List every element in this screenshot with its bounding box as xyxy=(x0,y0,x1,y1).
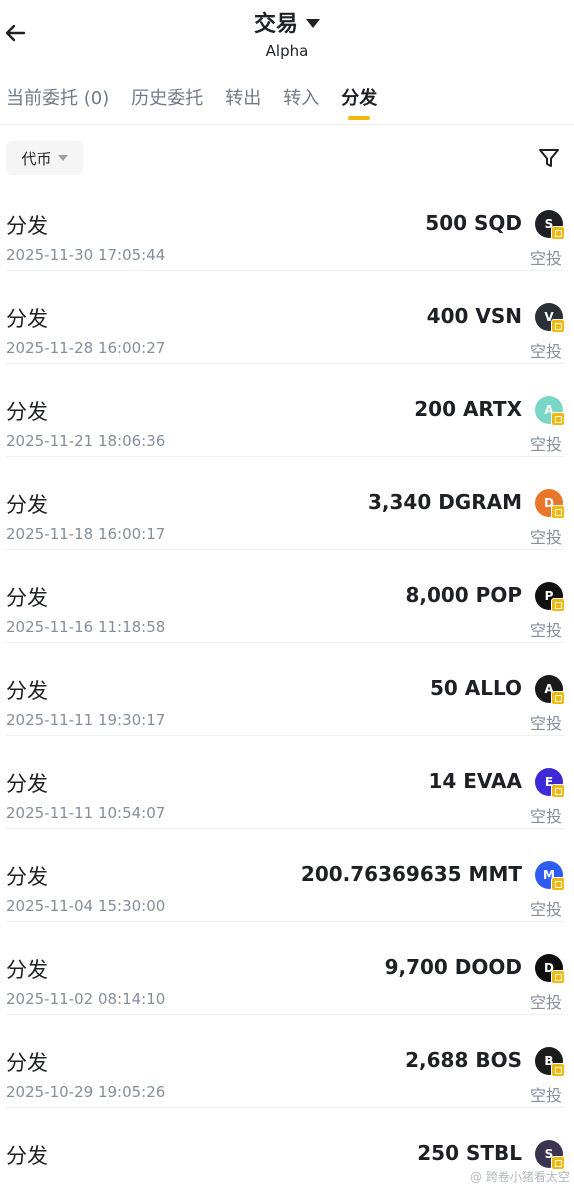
chain-badge-icon xyxy=(551,970,565,984)
tab-order-history[interactable]: 历史委托 xyxy=(131,84,203,114)
list-item[interactable]: 分发 2025-11-16 11:18:58 8,000 POP 空投 P xyxy=(0,550,574,643)
record-amount: 400 VSN xyxy=(426,304,522,328)
bos-token-icon: B xyxy=(535,1047,565,1077)
chain-badge-icon xyxy=(551,226,565,240)
record-type: 空投 xyxy=(529,993,562,1012)
distribution-list: 分发 2025-11-30 17:05:44 500 SQD 空投 S 分发 2025-11… xyxy=(0,178,574,1194)
list-item[interactable]: 分发 2025-11-02 08:14:10 9,700 DOOD 空投 D xyxy=(0,922,574,1015)
record-amount: 8,000 POP xyxy=(405,583,522,607)
record-title: 分发 xyxy=(6,586,48,610)
tab-transfer-in[interactable]: 转入 xyxy=(283,84,319,114)
mmt-token-icon: M xyxy=(535,861,565,891)
record-type: 空投 xyxy=(529,249,562,268)
chain-badge-icon xyxy=(551,412,565,426)
sqd-token-icon: S xyxy=(535,210,565,240)
record-timestamp: 2025-11-28 16:00:27 xyxy=(6,339,166,357)
record-title: 分发 xyxy=(6,1051,48,1075)
vsn-token-icon: V xyxy=(535,303,565,333)
dood-token-icon: D xyxy=(535,954,565,984)
tabs-divider xyxy=(0,124,574,125)
tab-bar: 当前委托 (0) 历史委托 转出 转入 分发 xyxy=(0,84,574,124)
list-item[interactable]: 分发 2025-11-21 18:06:36 200 ARTX 空投 A xyxy=(0,364,574,457)
list-item[interactable]: 分发 2025-11-11 19:30:17 50 ALLO 空投 A xyxy=(0,643,574,736)
watermark: @ 跨卷小猪看太空 xyxy=(470,1170,570,1184)
title-block: 交易 Alpha xyxy=(0,6,574,60)
record-timestamp: 2025-11-11 10:54:07 xyxy=(6,804,166,822)
list-item[interactable]: 分发 2025-11-18 16:00:17 3,340 DGRAM 空投 D xyxy=(0,457,574,550)
record-timestamp: 2025-11-04 15:30:00 xyxy=(6,897,166,915)
list-item[interactable]: 分发 2025-11-28 16:00:27 400 VSN 空投 V xyxy=(0,271,574,364)
stbl-token-icon: S xyxy=(535,1140,565,1170)
record-title: 分发 xyxy=(6,493,48,517)
list-item[interactable]: 分发 2025-11-11 10:54:07 14 EVAA 空投 E xyxy=(0,736,574,829)
dgram-token-icon: D xyxy=(535,489,565,519)
page-subtitle: Alpha xyxy=(265,42,309,60)
record-amount: 2,688 BOS xyxy=(405,1048,522,1072)
filter-funnel-icon[interactable] xyxy=(535,144,563,172)
record-title: 分发 xyxy=(6,865,48,889)
dropdown-caret-icon xyxy=(306,18,320,28)
record-type: 空投 xyxy=(529,435,562,454)
record-amount: 200 ARTX xyxy=(414,397,522,421)
header: 交易 Alpha xyxy=(0,0,574,72)
record-title: 分发 xyxy=(6,958,48,982)
token-filter-label: 代币 xyxy=(21,149,52,168)
record-timestamp: 2025-11-18 16:00:17 xyxy=(6,525,166,543)
chain-badge-icon xyxy=(551,691,565,705)
record-amount: 9,700 DOOD xyxy=(384,955,522,979)
record-title: 分发 xyxy=(6,307,48,331)
record-type: 空投 xyxy=(529,621,562,640)
record-amount: 250 STBL xyxy=(417,1141,522,1165)
record-type: 空投 xyxy=(529,714,562,733)
token-filter-dropdown[interactable]: 代币 xyxy=(6,141,83,175)
chain-badge-icon xyxy=(551,505,565,519)
record-type: 空投 xyxy=(529,807,562,826)
record-title: 分发 xyxy=(6,400,48,424)
allo-token-icon: A xyxy=(535,675,565,705)
chain-badge-icon xyxy=(551,319,565,333)
chevron-down-icon xyxy=(57,155,68,161)
chain-badge-icon xyxy=(551,1063,565,1077)
artx-token-icon: A xyxy=(535,396,565,426)
record-title: 分发 xyxy=(6,772,48,796)
list-item[interactable]: 分发 2025-11-04 15:30:00 200.76369635 MMT 空投 M xyxy=(0,829,574,922)
record-amount: 500 SQD xyxy=(425,211,522,235)
list-item[interactable]: 分发 2025-11-30 17:05:44 500 SQD 空投 S xyxy=(0,178,574,271)
record-timestamp: 2025-11-30 17:05:44 xyxy=(6,246,166,264)
pop-token-icon: P xyxy=(535,582,565,612)
record-title: 分发 xyxy=(6,679,48,703)
record-type: 空投 xyxy=(529,900,562,919)
record-amount: 14 EVAA xyxy=(428,769,522,793)
page-title: 交易 xyxy=(253,12,298,37)
evaa-token-icon: E xyxy=(535,768,565,798)
tab-distribution[interactable]: 分发 xyxy=(341,84,377,114)
record-title: 分发 xyxy=(6,1144,48,1168)
record-type: 空投 xyxy=(529,342,562,361)
chain-badge-icon xyxy=(551,784,565,798)
record-amount: 3,340 DGRAM xyxy=(367,490,522,514)
record-timestamp: 2025-11-02 08:14:10 xyxy=(6,990,166,1008)
chain-badge-icon xyxy=(551,598,565,612)
tab-transfer-out[interactable]: 转出 xyxy=(225,84,261,114)
record-title: 分发 xyxy=(6,214,48,238)
record-amount: 200.76369635 MMT xyxy=(300,862,522,886)
record-timestamp: 2025-11-21 18:06:36 xyxy=(6,432,166,450)
market-switcher[interactable]: 交易 xyxy=(254,6,320,38)
record-type: 空投 xyxy=(529,528,562,547)
record-timestamp: 2025-11-11 19:30:17 xyxy=(6,711,166,729)
chain-badge-icon xyxy=(551,877,565,891)
tab-open-orders[interactable]: 当前委托 (0) xyxy=(6,84,109,114)
record-amount: 50 ALLO xyxy=(429,676,522,700)
list-item[interactable]: 分发 2025-10-29 19:05:26 2,688 BOS 空投 B xyxy=(0,1015,574,1108)
record-timestamp: 2025-11-16 11:18:58 xyxy=(6,618,166,636)
record-timestamp: 2025-10-29 19:05:26 xyxy=(6,1083,166,1101)
record-type: 空投 xyxy=(529,1086,562,1105)
